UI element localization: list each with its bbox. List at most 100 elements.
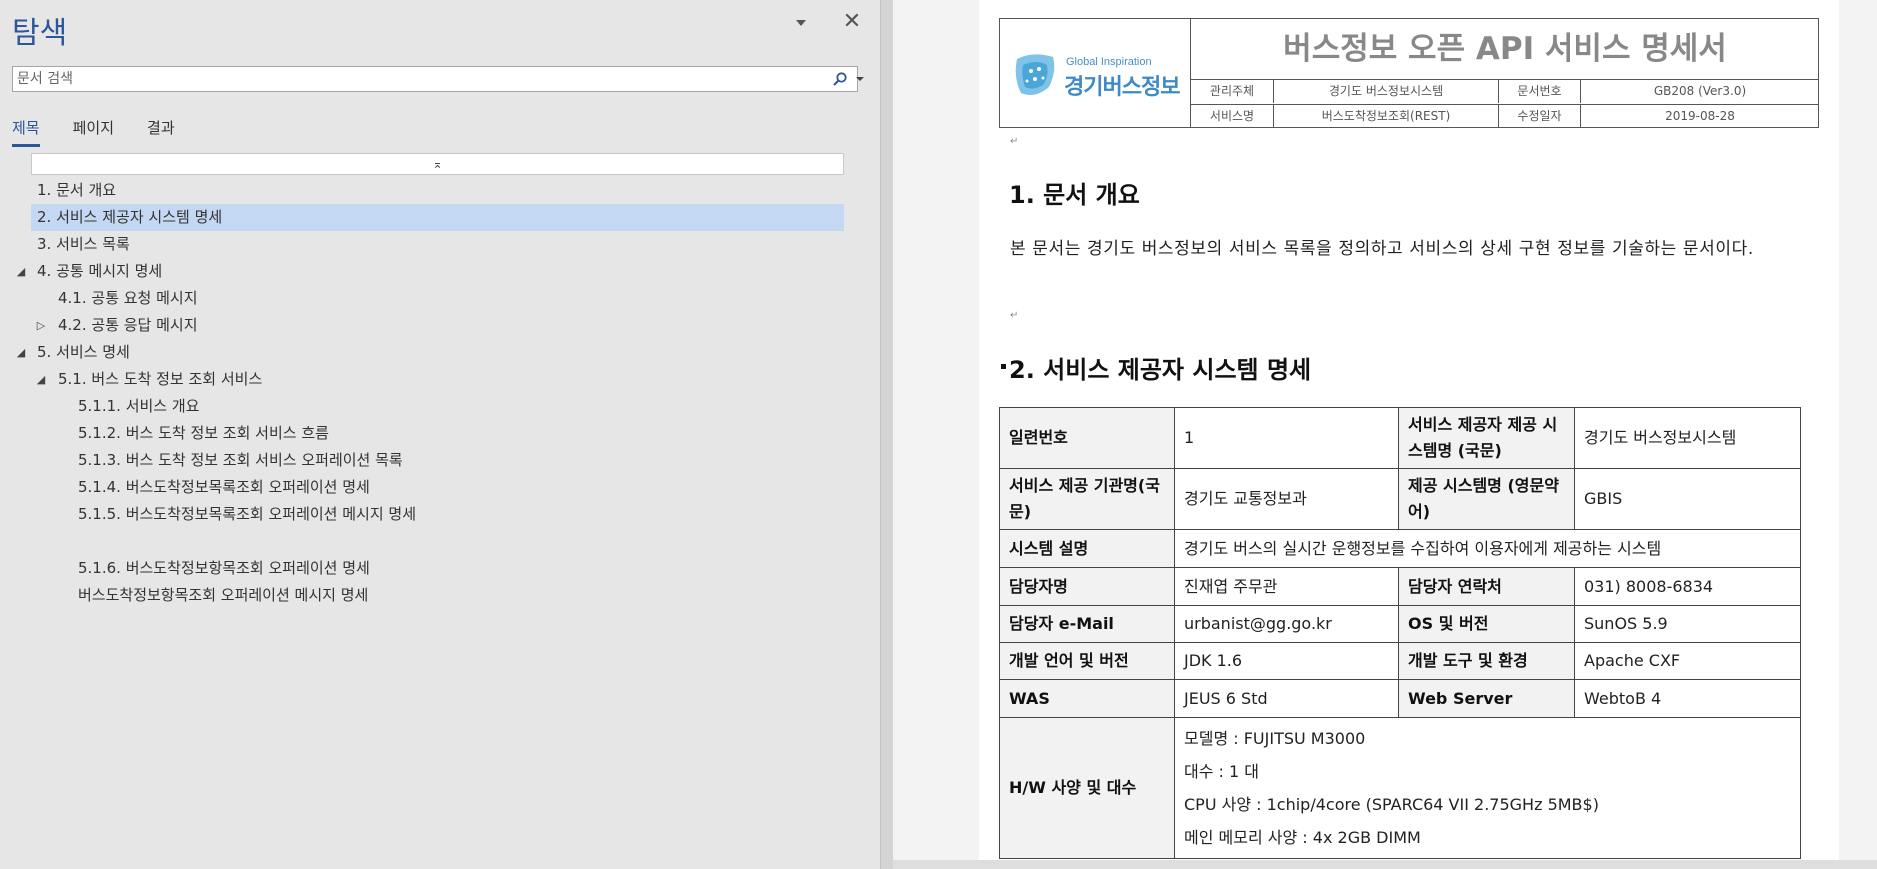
table-label: 개발 언어 및 버전 (999, 642, 1175, 680)
meta-value: 2019-08-28 (1665, 109, 1735, 123)
heading-label: 4.2. 공통 응답 메시지 (58, 316, 198, 334)
heading-item[interactable]: 5.1.4. 버스도착정보목록조회 오퍼레이션 명세 (31, 474, 844, 501)
meta-label: 서비스명 (1191, 105, 1274, 128)
heading-item[interactable]: 5.1.3. 버스 도착 정보 조회 서비스 오퍼레이션 목록 (31, 447, 844, 474)
hw-spec-line: 메인 메모리 사양 : 4x 2GB DIMM (1184, 828, 1421, 847)
table-value: 031) 8008-6834 (1574, 567, 1801, 606)
heading-label: 5.1.2. 버스 도착 정보 조회 서비스 흐름 (78, 424, 329, 442)
table-value: 진재엽 주무관 (1174, 567, 1399, 606)
table-value: SunOS 5.9 (1574, 605, 1801, 643)
heading-bullet (1001, 364, 1006, 369)
table-label: 일련번호 (999, 407, 1175, 469)
table-value: 경기도 버스의 실시간 운행정보를 수집하여 이용자에게 제공하는 시스템 (1174, 529, 1801, 568)
table-row: 시스템 설명 경기도 버스의 실시간 운행정보를 수집하여 이용자에게 제공하는… (999, 529, 1801, 568)
document-title: 버스정보 오픈 API 서비스 명세서 (1191, 19, 1819, 80)
table-label: 서비스 제공자 제공 시스템명 (국문) (1398, 407, 1575, 469)
table-value: JDK 1.6 (1174, 642, 1399, 680)
heading-item[interactable]: 1. 문서 개요 (31, 177, 844, 204)
heading-item[interactable]: 3. 서비스 목록 (31, 231, 844, 258)
heading-label: 5.1.3. 버스 도착 정보 조회 서비스 오퍼레이션 목록 (78, 451, 403, 469)
table-label: 담당자 연락처 (1398, 567, 1575, 606)
nav-options-chevron-down-icon[interactable] (793, 14, 809, 30)
meta-label: 수정일자 (1499, 105, 1581, 128)
collapse-triangle-icon[interactable]: ◢ (14, 258, 28, 285)
table-label: 서비스 제공 기관명(국문) (999, 468, 1175, 530)
table-row: 담당자 e-Mail urbanist@gg.go.kr OS 및 버전 Sun… (999, 605, 1801, 643)
table-label: OS 및 버전 (1398, 605, 1575, 643)
tab-headings[interactable]: 제목 (12, 113, 40, 147)
heading-item[interactable]: ▷ 4.2. 공통 응답 메시지 (31, 312, 844, 339)
heading-item[interactable]: 5.1.1. 서비스 개요 (31, 393, 844, 420)
heading-label: 버스도착정보항목조회 오퍼레이션 메시지 명세 (78, 586, 369, 604)
table-row: WAS JEUS 6 Std Web Server WebtoB 4 (999, 679, 1801, 718)
table-value: 경기도 버스정보시스템 (1574, 407, 1801, 469)
heading-item[interactable]: ◢ 5.1. 버스 도착 정보 조회 서비스 (31, 366, 844, 393)
heading-item[interactable]: 버스도착정보항목조회 오퍼레이션 메시지 명세 (31, 582, 844, 609)
search-options-chevron-down-icon[interactable] (856, 77, 864, 83)
document-page[interactable]: Global Inspiration 경기버스정보 버스정보 오픈 API 서비… (979, 0, 1839, 860)
heading-item[interactable]: 5.1.6. 버스도착정보항목조회 오퍼레이션 명세 (31, 555, 844, 582)
table-value: Apache CXF (1574, 642, 1801, 680)
expand-triangle-icon[interactable]: ▷ (34, 312, 48, 339)
table-row: 서비스 제공 기관명(국문) 경기도 교통정보과 제공 시스템명 (영문약어) … (999, 468, 1801, 530)
table-label: 제공 시스템명 (영문약어) (1398, 468, 1575, 530)
nav-tabs: 제목 페이지 결과 (12, 113, 208, 149)
heading-label: 5. 서비스 명세 (37, 343, 130, 361)
table-row: 일련번호 1 서비스 제공자 제공 시스템명 (국문) 경기도 버스정보시스템 (999, 407, 1801, 469)
table-value: 모델명 : FUJITSU M3000 대수 : 1 대 CPU 사양 : 1c… (1174, 717, 1801, 859)
logo: Global Inspiration 경기버스정보 (1000, 19, 1191, 127)
table-label: 시스템 설명 (999, 529, 1175, 568)
heading-label: 5.1.5. 버스도착정보목록조회 오퍼레이션 메시지 명세 (78, 505, 417, 523)
table-value: GBIS (1574, 468, 1801, 530)
table-value: JEUS 6 Std (1174, 679, 1399, 718)
hw-spec-line: CPU 사양 : 1chip/4core (SPARC64 VII 2.75GH… (1184, 795, 1599, 814)
meta-label: 관리주체 (1191, 80, 1274, 103)
table-label: 담당자명 (999, 567, 1175, 606)
hw-spec-line: 모델명 : FUJITSU M3000 (1184, 729, 1366, 748)
logo-name: 경기버스정보 (1064, 75, 1180, 100)
table-label: 개발 도구 및 환경 (1398, 642, 1575, 680)
meta-label: 문서번호 (1499, 80, 1581, 103)
heading-label: 1. 문서 개요 (37, 181, 117, 199)
heading-label: 4.1. 공통 요청 메시지 (58, 289, 198, 307)
section-heading: 1. 문서 개요 (1009, 181, 1140, 209)
search-input[interactable] (13, 67, 803, 91)
nav-title: 탐색 (12, 16, 68, 51)
heading-item[interactable]: 4.1. 공통 요청 메시지 (31, 285, 844, 312)
document-meta: 관리주체 경기도 버스정보시스템 문서번호 GB208 (Ver3.0) 서비스… (1191, 80, 1819, 128)
jump-to-top-button[interactable]: ⌅ (31, 153, 844, 175)
navigation-pane: 탐색 ✕ 제목 페이지 결과 ⌅ 1. 문서 개요 2. 서비스 제공자 시스템… (0, 0, 880, 869)
tab-results[interactable]: 결과 (147, 113, 175, 147)
heading-item[interactable]: ◢ 5. 서비스 명세 (17, 339, 844, 366)
heading-label: 3. 서비스 목록 (37, 235, 130, 253)
heading-label: 5.1.4. 버스도착정보목록조회 오퍼레이션 명세 (78, 478, 370, 496)
table-value: 1 (1174, 407, 1399, 469)
close-icon[interactable]: ✕ (841, 11, 863, 33)
heading-label: 5.1.1. 서비스 개요 (78, 397, 200, 415)
pane-splitter[interactable] (880, 0, 893, 869)
table-value: 경기도 교통정보과 (1174, 468, 1399, 530)
heading-item[interactable]: ◢ 4. 공통 메시지 명세 (17, 258, 844, 285)
logo-emblem-icon (1015, 54, 1055, 95)
search-box (12, 66, 864, 92)
section-heading: 2. 서비스 제공자 시스템 명세 (1009, 356, 1312, 384)
paragraph-mark: ↵ (1010, 136, 1019, 147)
meta-row: 관리주체 경기도 버스정보시스템 문서번호 GB208 (Ver3.0) (1191, 80, 1819, 103)
heading-item[interactable]: 5.1.2. 버스 도착 정보 조회 서비스 흐름 (31, 420, 844, 447)
collapse-triangle-icon[interactable]: ◢ (14, 339, 28, 366)
table-row: 담당자명 진재엽 주무관 담당자 연락처 031) 8008-6834 (999, 567, 1801, 606)
horizontal-scrollbar[interactable] (893, 860, 1877, 869)
heading-item-selected[interactable]: 2. 서비스 제공자 시스템 명세 (31, 204, 844, 231)
system-spec-table: 일련번호 1 서비스 제공자 제공 시스템명 (국문) 경기도 버스정보시스템 … (999, 407, 1801, 859)
table-row: 개발 언어 및 버전 JDK 1.6 개발 도구 및 환경 Apache CXF (999, 642, 1801, 680)
hw-spec-line: 대수 : 1 대 (1184, 762, 1259, 781)
table-value: urbanist@gg.go.kr (1174, 605, 1399, 643)
tab-pages[interactable]: 페이지 (73, 113, 114, 147)
heading-item[interactable]: 5.1.5. 버스도착정보목록조회 오퍼레이션 메시지 명세 (31, 501, 844, 528)
paragraph-mark: ↵ (1010, 310, 1019, 321)
collapse-triangle-icon[interactable]: ◢ (34, 366, 48, 393)
search-icon[interactable] (832, 71, 848, 87)
heading-label: 5.1.6. 버스도착정보항목조회 오퍼레이션 명세 (78, 559, 370, 577)
heading-label: 2. 서비스 제공자 시스템 명세 (37, 208, 223, 226)
